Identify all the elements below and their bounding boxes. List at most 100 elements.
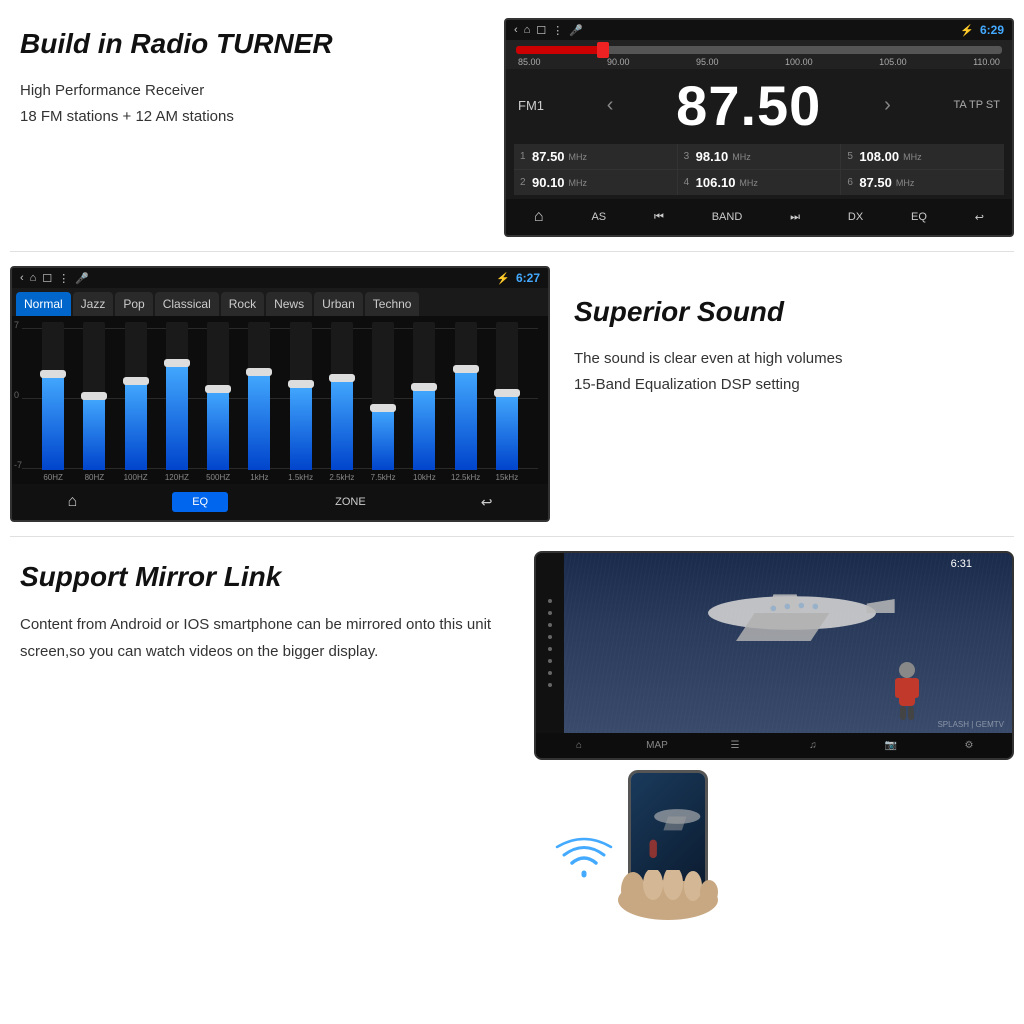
- eq-desc1: The sound is clear even at high volumes: [574, 346, 1014, 372]
- car-unit-screen: 6:31 SPLASH | GEMTV: [564, 553, 1012, 733]
- eq-tab-jazz[interactable]: Jazz: [73, 292, 114, 316]
- preset-5[interactable]: 5 108.00 MHz: [841, 144, 1004, 169]
- side-dot-2: [548, 611, 552, 615]
- preset-1[interactable]: 1 87.50 MHz: [514, 144, 677, 169]
- eq-bar-1khz[interactable]: 1kHz: [240, 322, 278, 482]
- preset-2[interactable]: 2 90.10 MHz: [514, 170, 677, 195]
- radio-as-button[interactable]: AS: [583, 208, 614, 226]
- cu-map-button[interactable]: MAP: [620, 737, 694, 754]
- side-dot-6: [548, 659, 552, 663]
- eq-home-icon[interactable]: ⌂: [30, 272, 37, 285]
- radio-freq-labels: 85.00 90.00 95.00 100.00 105.00 110.00: [516, 57, 1002, 67]
- eq-bar-7p5khz[interactable]: 7.5kHz: [364, 322, 402, 482]
- eq-tab-news[interactable]: News: [266, 292, 312, 316]
- eq-screen: ‹ ⌂ ☐ ⋮ 🎤 ⚡ 6:27 Normal Jazz Pop Classic…: [10, 266, 550, 522]
- car-unit-mockup: 6:31 SPLASH | GEMTV ⌂ MAP ☰ ♫ 📷 ⚙: [534, 551, 1014, 760]
- eq-menu-icon[interactable]: ⋮: [58, 272, 69, 285]
- radio-text-col: Build in Radio TURNER High Performance R…: [20, 18, 504, 129]
- back-icon[interactable]: ‹: [514, 24, 518, 36]
- eq-tab-classical[interactable]: Classical: [155, 292, 219, 316]
- eq-bar-120hz[interactable]: 120HZ: [158, 322, 196, 482]
- eq-tab-techno[interactable]: Techno: [365, 292, 420, 316]
- eq-bluetooth-icon: ⚡: [496, 272, 510, 285]
- eq-title: Superior Sound: [574, 296, 1014, 328]
- eq-tab-normal[interactable]: Normal: [16, 292, 71, 316]
- menu-icon[interactable]: ⋮: [552, 24, 563, 37]
- wifi-icon: [554, 833, 614, 895]
- car-unit-bottom-bar: ⌂ MAP ☰ ♫ 📷 ⚙: [536, 733, 1012, 758]
- radio-presets: 1 87.50 MHz 3 98.10 MHz 5 108.00 MHz 2 9…: [514, 144, 1004, 195]
- eq-home-button[interactable]: ⌂: [60, 489, 86, 515]
- cu-settings-button[interactable]: ⚙: [932, 737, 1006, 754]
- radio-eq-button[interactable]: EQ: [903, 208, 935, 226]
- mic-icon[interactable]: 🎤: [569, 24, 583, 37]
- eq-tab-pop[interactable]: Pop: [115, 292, 152, 316]
- section-mirror: Support Mirror Link Content from Android…: [0, 541, 1024, 930]
- home-icon[interactable]: ⌂: [524, 24, 531, 36]
- mirror-image-container: 6:31 SPLASH | GEMTV ⌂ MAP ☰ ♫ 📷 ⚙: [534, 551, 1014, 910]
- preset-6[interactable]: 6 87.50 MHz: [841, 170, 1004, 195]
- divider-1: [10, 251, 1014, 252]
- mirror-text-col: Support Mirror Link Content from Android…: [20, 551, 534, 665]
- preset-4[interactable]: 4 106.10 MHz: [678, 170, 841, 195]
- eq-y-label-0: 0: [14, 390, 19, 400]
- radio-back-button[interactable]: ↩: [967, 208, 992, 227]
- screen-watermark: SPLASH | GEMTV: [937, 720, 1004, 729]
- cu-camera-button[interactable]: 📷: [854, 737, 928, 754]
- eq-back-button[interactable]: ↩: [473, 490, 501, 515]
- eq-bar-10khz[interactable]: 10kHz: [405, 322, 443, 482]
- person-silhouette: [892, 660, 922, 725]
- radio-next-button[interactable]: ›: [884, 94, 891, 117]
- cu-music-button[interactable]: ♫: [776, 737, 850, 754]
- section-eq: ‹ ⌂ ☐ ⋮ 🎤 ⚡ 6:27 Normal Jazz Pop Classic…: [0, 256, 1024, 532]
- radio-prev-button[interactable]: ‹: [607, 94, 614, 117]
- radio-desc1: High Performance Receiver: [20, 78, 484, 104]
- eq-back-icon[interactable]: ‹: [20, 272, 24, 285]
- mirror-desc: Content from Android or IOS smartphone c…: [20, 611, 514, 665]
- divider-2: [10, 536, 1014, 537]
- radio-main-display: FM1 ‹ 87.50 › TA TP ST: [506, 69, 1012, 140]
- eq-bar-60hz[interactable]: 60HZ: [34, 322, 72, 482]
- eq-bar-1p5khz[interactable]: 1.5kHz: [282, 322, 320, 482]
- eq-tab-rock[interactable]: Rock: [221, 292, 264, 316]
- eq-bottom-bar: ⌂ EQ ZONE ↩: [12, 484, 548, 520]
- eq-zone-button[interactable]: ZONE: [315, 492, 386, 512]
- radio-title: Build in Radio TURNER: [20, 28, 484, 60]
- bluetooth-icon: ⚡: [960, 24, 974, 37]
- phone-wifi-section: [534, 760, 1014, 910]
- eq-bar-15khz[interactable]: 15kHz: [488, 322, 526, 482]
- airplane-svg: [624, 563, 904, 663]
- eq-bar-12p5khz[interactable]: 12.5kHz: [447, 322, 485, 482]
- eq-tab-urban[interactable]: Urban: [314, 292, 363, 316]
- eq-bar-100hz[interactable]: 100HZ: [117, 322, 155, 482]
- radio-prev-track-button[interactable]: ⏮: [646, 208, 672, 227]
- eq-bar-80hz[interactable]: 80HZ: [75, 322, 113, 482]
- side-dot-4: [548, 635, 552, 639]
- radio-status-icons: ‹ ⌂ ☐ ⋮ 🎤: [514, 24, 583, 37]
- car-unit-time: 6:31: [951, 558, 972, 570]
- radio-dx-button[interactable]: DX: [840, 208, 871, 226]
- radio-screen: ‹ ⌂ ☐ ⋮ 🎤 ⚡ 6:29 85.00 90.00 95.00 100.0…: [504, 18, 1014, 237]
- cu-home-button[interactable]: ⌂: [542, 737, 616, 754]
- side-dot-8: [548, 683, 552, 687]
- radio-next-track-button[interactable]: ⏭: [782, 208, 808, 227]
- radio-home-button[interactable]: ⌂: [526, 205, 552, 229]
- eq-tabs: Normal Jazz Pop Classical Rock News Urba…: [12, 288, 548, 316]
- preset-3[interactable]: 3 98.10 MHz: [678, 144, 841, 169]
- radio-band-button[interactable]: BAND: [704, 208, 751, 226]
- radio-band-label: FM1: [518, 98, 544, 113]
- eq-eq-button[interactable]: EQ: [172, 492, 228, 512]
- radio-slider-track[interactable]: [516, 46, 1002, 54]
- window-icon[interactable]: ☐: [536, 24, 546, 37]
- radio-desc2: 18 FM stations + 12 AM stations: [20, 104, 484, 130]
- section-radio: Build in Radio TURNER High Performance R…: [0, 0, 1024, 247]
- cu-menu-button[interactable]: ☰: [698, 737, 772, 754]
- radio-slider-area: 85.00 90.00 95.00 100.00 105.00 110.00: [506, 40, 1012, 69]
- eq-bar-2p5khz[interactable]: 2.5kHz: [323, 322, 361, 482]
- eq-mic-icon[interactable]: 🎤: [75, 272, 89, 285]
- eq-bar-500hz[interactable]: 500HZ: [199, 322, 237, 482]
- eq-window-icon[interactable]: ☐: [42, 272, 52, 285]
- side-dot-3: [548, 623, 552, 627]
- eq-statusbar: ‹ ⌂ ☐ ⋮ 🎤 ⚡ 6:27: [12, 268, 548, 288]
- eq-bars-container: 60HZ 80HZ 100HZ: [20, 322, 540, 482]
